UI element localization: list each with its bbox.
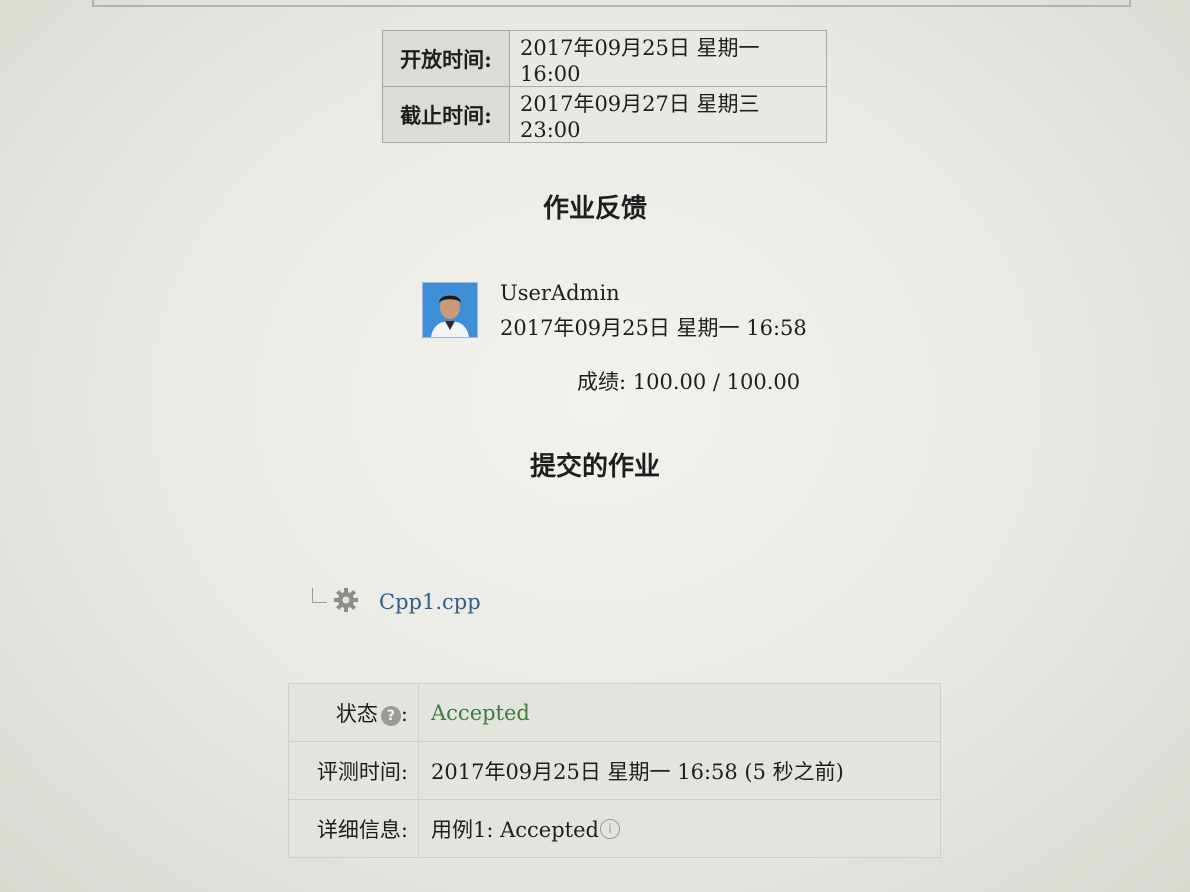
- open-time-value: 2017年09月25日 星期一 16:00: [509, 30, 827, 87]
- judge-time-value: 2017年09月25日 星期一 16:58 (5 秒之前): [418, 741, 941, 800]
- feedback-user-name[interactable]: UserAdmin: [500, 281, 620, 305]
- status-value: Accepted: [431, 700, 530, 725]
- avatar[interactable]: [422, 282, 478, 338]
- feedback-heading: 作业反馈: [542, 194, 647, 224]
- help-icon[interactable]: ?: [380, 705, 401, 726]
- tree-connector: [312, 588, 327, 603]
- grade-value: 成绩: 100.00 / 100.00: [577, 370, 801, 394]
- detail-row: 详细信息: 用例1: Accepted i: [288, 799, 941, 858]
- due-time-label: 截止时间:: [382, 86, 510, 143]
- info-icon[interactable]: i: [599, 818, 620, 839]
- judge-status-table: 状态?: Accepted 评测时间: 2017年09月25日 星期一 16:5…: [288, 683, 941, 858]
- gear-icon: [334, 588, 358, 612]
- detail-label: 详细信息:: [288, 799, 419, 858]
- submission-heading: 提交的作业: [529, 452, 660, 482]
- due-time-value: 2017年09月27日 星期三 23:00: [509, 86, 827, 143]
- judge-time-label: 评测时间:: [288, 741, 419, 800]
- open-time-row: 开放时间: 2017年09月25日 星期一 16:00: [382, 30, 827, 87]
- content-frame-edge: [92, 0, 1131, 7]
- status-label-cell: 状态?:: [288, 683, 419, 742]
- avatar-photo: [423, 283, 477, 337]
- due-time-row: 截止时间: 2017年09月27日 星期三 23:00: [382, 86, 827, 143]
- submitted-file-link[interactable]: Cpp1.cpp: [379, 590, 481, 614]
- detail-value-cell: 用例1: Accepted i: [418, 799, 941, 858]
- feedback-time: 2017年09月25日 星期一 16:58: [500, 316, 807, 340]
- status-value-cell: Accepted: [418, 683, 941, 742]
- open-time-label: 开放时间:: [382, 30, 510, 87]
- status-row: 状态?: Accepted: [288, 683, 941, 742]
- status-label: 状态: [335, 701, 378, 726]
- assignment-dates-table: 开放时间: 2017年09月25日 星期一 16:00 截止时间: 2017年0…: [382, 30, 827, 143]
- detail-value: 用例1: Accepted: [431, 817, 599, 842]
- judge-time-row: 评测时间: 2017年09月25日 星期一 16:58 (5 秒之前): [288, 741, 941, 800]
